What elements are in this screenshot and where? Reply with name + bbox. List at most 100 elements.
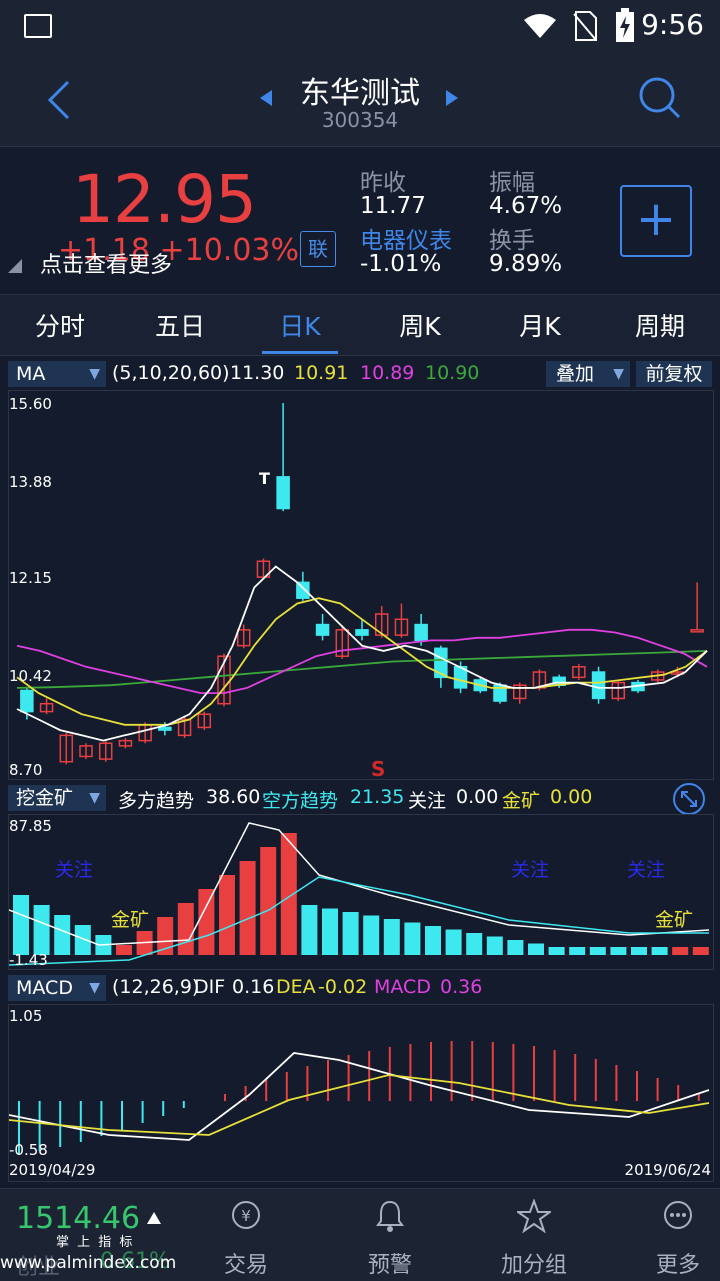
- wjk-bar: [631, 947, 647, 955]
- wjk-bar: [116, 945, 132, 955]
- wjk-bar: [74, 925, 91, 955]
- candle-body: [315, 623, 330, 636]
- prev-close-label: 昨收: [360, 170, 406, 196]
- tab-daily-k[interactable]: 日K: [240, 307, 360, 343]
- macd-y-max: 1.05: [9, 1007, 43, 1025]
- tab-weekly-k[interactable]: 周K: [360, 307, 480, 343]
- t-signal-label: T: [259, 469, 270, 488]
- wjk-bar: [177, 903, 194, 955]
- more-icon: [628, 1199, 720, 1238]
- view-more-hint[interactable]: 点击查看更多: [40, 247, 172, 279]
- macd-value: 0.36: [440, 976, 483, 998]
- macd-label: MACD: [374, 976, 431, 998]
- focus-tag-3: 关注: [627, 859, 666, 881]
- add-watchlist-button[interactable]: +: [620, 185, 692, 257]
- dif-label: DIF: [194, 976, 226, 998]
- ma-selector[interactable]: MA ▼: [8, 361, 106, 387]
- candle-body: [276, 476, 290, 510]
- tab-period[interactable]: 周期: [600, 307, 720, 343]
- tab-monthly-k[interactable]: 月K: [480, 307, 600, 343]
- macd-chart[interactable]: 1.05 -0.58 2019/04/29 2019/06/24: [8, 1004, 714, 1182]
- wjk-bar: [383, 919, 400, 955]
- wjk-bar: [54, 915, 71, 955]
- chevron-down-icon: ▼: [89, 790, 100, 806]
- macd-y-min: -0.58: [9, 1141, 48, 1159]
- expand-icon[interactable]: [672, 782, 706, 816]
- nav-add-group[interactable]: 加分组: [484, 1247, 584, 1279]
- no-sim-icon: [573, 11, 597, 41]
- tab-five-day[interactable]: 五日: [120, 307, 240, 343]
- gold-value: 0.00: [550, 786, 593, 808]
- index-sub: 掌 上 指 标: [56, 1235, 135, 1250]
- bear-trend-label: 空方趋势: [262, 790, 339, 812]
- nav-bar: 东华测试 300354: [0, 52, 720, 146]
- wjk-selector[interactable]: 挖金矿 ▼: [8, 785, 106, 811]
- date-start: 2019/04/29: [9, 1161, 96, 1179]
- search-icon[interactable]: [638, 76, 682, 120]
- amplitude-value: 4.67%: [489, 193, 563, 219]
- wjk-bar: [651, 947, 668, 955]
- wjk-bar: [569, 947, 586, 955]
- ma-selector-label: MA: [16, 363, 46, 385]
- battery-charging-icon: [616, 8, 634, 42]
- chevron-down-icon: ▼: [613, 366, 624, 382]
- macd-selector-label: MACD: [16, 977, 73, 999]
- chevron-down-icon: ▼: [89, 366, 100, 382]
- next-stock-icon[interactable]: [444, 88, 460, 108]
- prev-close-value: 11.77: [360, 193, 426, 219]
- trade-icon: ¥: [196, 1199, 296, 1238]
- wjk-bar: [301, 905, 318, 955]
- y-axis-tick-3: 12.15: [9, 569, 52, 587]
- wjk-legend-bar: 挖金矿 ▼ 多方趋势 38.60 空方趋势 21.35 关注 0.00 金矿 0.…: [0, 783, 720, 815]
- wjk-bar: [692, 947, 709, 955]
- status-time: 9:56: [641, 8, 704, 41]
- candle-body: [690, 629, 704, 633]
- chevron-down-icon: ▼: [89, 980, 100, 996]
- turnover-label: 换手: [489, 228, 535, 254]
- linked-button[interactable]: 联: [300, 231, 336, 267]
- nav-alert[interactable]: 预警: [340, 1247, 440, 1279]
- quote-panel[interactable]: 12.95 +1.18 +10.03% 点击查看更多 联 昨收 11.77 电器…: [0, 146, 720, 293]
- focus-label: 关注: [408, 790, 447, 812]
- ma10-value: 10.91: [294, 362, 349, 384]
- sector-label[interactable]: 电器仪表: [360, 221, 452, 255]
- macd-selector[interactable]: MACD ▼: [8, 975, 106, 1001]
- kline-chart[interactable]: 15.60 13.88 12.15 10.42 8.70 S T: [8, 390, 714, 781]
- up-arrow-icon: [147, 1212, 161, 1224]
- ma-params: (5,10,20,60): [112, 362, 230, 384]
- active-tab-indicator: [262, 351, 338, 354]
- wjk-chart[interactable]: 87.85 -1.43 关注 关注 关注 金矿 金矿: [8, 814, 714, 970]
- watermark-text: www.palmindex.com: [0, 1253, 177, 1273]
- wjk-bar: [610, 947, 627, 955]
- y-axis-tick-2: 13.88: [9, 473, 52, 491]
- sector-change: -1.01%: [360, 251, 442, 277]
- ma-legend-bar: MA ▼ (5,10,20,60) 11.30 10.91 10.89 10.90…: [0, 360, 720, 388]
- wjk-bar: [322, 908, 338, 955]
- y-axis-max: 15.60: [9, 395, 52, 413]
- y-axis-tick-4: 10.42: [9, 667, 52, 685]
- nav-trade[interactable]: 交易: [196, 1247, 296, 1279]
- overlay-label: 叠加: [556, 363, 595, 385]
- wjk-svg: [8, 822, 710, 966]
- nav-more[interactable]: 更多: [628, 1247, 720, 1279]
- adjust-button[interactable]: 前复权: [636, 361, 712, 387]
- ma10-line: [16, 597, 708, 726]
- bottom-nav: 1514.46 掌 上 指 标 创业 0.61% www.palmindex.c…: [0, 1188, 720, 1281]
- ma5-value: 11.30: [230, 362, 285, 384]
- dea-value: -0.02: [318, 976, 368, 998]
- wjk-y-max: 87.85: [9, 817, 52, 835]
- focus-tag-1: 关注: [55, 859, 94, 881]
- wjk-bar: [33, 905, 50, 955]
- wjk-bar: [239, 861, 256, 955]
- bear-trend-value: 21.35: [350, 786, 405, 808]
- wjk-bar: [342, 912, 359, 955]
- wjk-y-min: -1.43: [9, 951, 48, 969]
- candle-body: [414, 623, 428, 642]
- wjk-bar: [13, 895, 29, 955]
- tab-intraday[interactable]: 分时: [0, 307, 120, 343]
- current-price: 12.95: [72, 161, 257, 238]
- bell-icon: [340, 1199, 440, 1240]
- amplitude-label: 振幅: [489, 170, 535, 196]
- macd-params: (12,26,9): [112, 976, 200, 998]
- overlay-selector[interactable]: 叠加 ▼: [546, 361, 630, 387]
